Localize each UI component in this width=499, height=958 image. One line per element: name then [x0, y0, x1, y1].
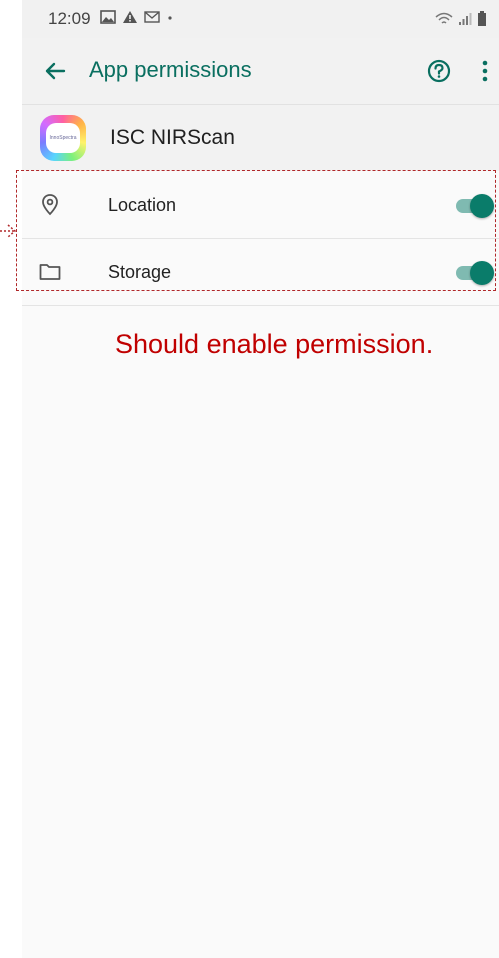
toggle-thumb [470, 261, 494, 285]
location-pin-icon [42, 194, 58, 216]
status-system-icons [435, 11, 487, 27]
permission-row-location[interactable]: Location [22, 172, 499, 239]
wifi-icon [435, 12, 453, 24]
signal-icon [459, 13, 472, 25]
annotation-text: Should enable permission. [115, 329, 434, 359]
permission-label-location: Location [108, 195, 177, 215]
status-notification-icons [100, 10, 174, 24]
app-bar: App permissions [22, 38, 499, 105]
toggle-thumb [470, 194, 494, 218]
storage-toggle[interactable] [454, 261, 494, 285]
phone-screen: 12:09 App permissions InnoSpectra ISC NI… [22, 0, 499, 958]
app-logo: InnoSpectra [40, 115, 86, 161]
app-name: ISC NIRScan [110, 126, 235, 149]
permission-row-storage[interactable]: Storage [22, 239, 499, 306]
app-logo-text: InnoSpectra [46, 123, 80, 153]
gmail-icon [144, 11, 160, 23]
warning-icon [123, 11, 137, 23]
status-bar: 12:09 [22, 0, 499, 38]
back-arrow-icon[interactable] [42, 58, 68, 84]
permission-label-storage: Storage [108, 262, 172, 282]
app-header: InnoSpectra ISC NIRScan [22, 105, 499, 171]
help-icon[interactable] [426, 58, 452, 84]
image-icon [100, 10, 116, 24]
page-title: App permissions [89, 57, 252, 82]
dot-icon [168, 16, 172, 20]
more-vert-icon[interactable] [480, 58, 490, 84]
location-toggle[interactable] [454, 194, 494, 218]
folder-icon [39, 264, 61, 280]
annotation-arrow-icon [0, 224, 17, 238]
battery-icon [478, 11, 486, 26]
status-time: 12:09 [48, 9, 91, 28]
